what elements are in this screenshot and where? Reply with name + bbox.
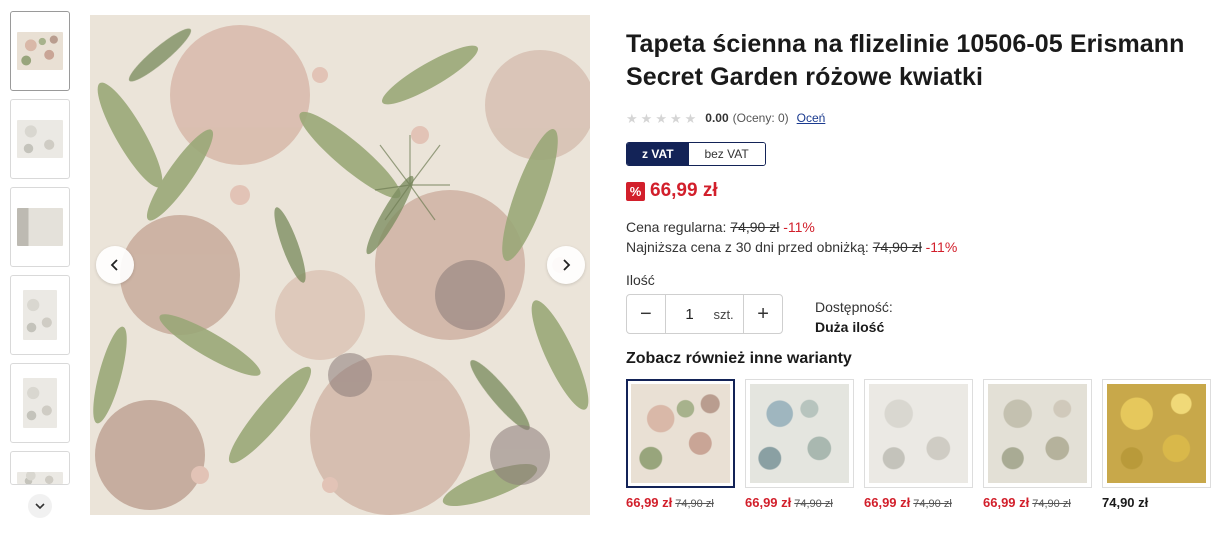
price-row: % 66,99 zł (626, 180, 1206, 202)
availability-label: Dostępność: (815, 299, 893, 315)
lowest-price-discount: -11% (925, 239, 958, 255)
rating-stars[interactable]: ★ ★ ★ ★ ★ (626, 112, 696, 125)
quantity-row: − 1 szt. + Dostępność: Duża ilość (626, 294, 1206, 337)
rating-row: ★ ★ ★ ★ ★ 0.00 (Oceny: 0) Oceń (626, 111, 1206, 125)
variant-image (988, 384, 1087, 483)
lowest-price-old: 74,90 zł (872, 239, 922, 255)
variant-price: 66,99 zł 74,90 zł (983, 495, 1092, 510)
percent-icon: % (626, 181, 645, 201)
variant-card[interactable]: 66,99 zł 74,90 zł (745, 379, 854, 510)
vat-toggle: z VAT bez VAT (626, 142, 766, 166)
rating-score: 0.00 (705, 111, 729, 125)
thumbnails-scroll-down-button[interactable] (28, 494, 52, 518)
variant-price-current: 66,99 zł (745, 495, 792, 510)
variant-price: 66,99 zł 74,90 zł (745, 495, 854, 510)
variant-card[interactable]: 66,99 zł 74,90 zł (864, 379, 973, 510)
variant-image (1107, 384, 1206, 483)
gallery-next-button[interactable] (547, 246, 585, 284)
thumbnail-2[interactable] (10, 99, 70, 179)
lowest-price-line: Najniższa cena z 30 dni przed obniżką: 7… (626, 237, 1206, 257)
current-price: 66,99 zł (650, 180, 718, 201)
variant-image-frame (864, 379, 973, 488)
variant-price-current: 74,90 zł (1102, 495, 1149, 510)
variant-price: 74,90 zł (1102, 495, 1211, 510)
chevron-right-icon (563, 259, 571, 271)
price-history: Cena regularna: 74,90 zł -11% Najniższa … (626, 217, 1206, 257)
availability-value: Duża ilość (815, 319, 885, 335)
thumbnail-list (10, 11, 70, 493)
quantity-stepper: − 1 szt. + (626, 294, 783, 334)
lowest-price-label: Najniższa cena z 30 dni przed obniżką: (626, 239, 869, 255)
thumbnail-4[interactable] (10, 275, 70, 355)
variant-image (869, 384, 968, 483)
thumbnail-5[interactable] (10, 363, 70, 443)
product-info: Tapeta ścienna na flizelinie 10506-05 Er… (626, 28, 1211, 510)
regular-price-discount: -11% (783, 219, 815, 235)
availability: Dostępność: Duża ilość (815, 297, 893, 337)
variant-price-old: 74,90 zł (675, 498, 714, 510)
product-title: Tapeta ścienna na flizelinie 10506-05 Er… (626, 30, 1185, 91)
thumbnail-image (17, 208, 63, 246)
quantity-label: Ilość (626, 272, 655, 288)
thumbnail-3[interactable] (10, 187, 70, 267)
variant-price-old: 74,90 zł (794, 498, 833, 510)
star-icon: ★ (626, 110, 638, 126)
regular-price-label: Cena regularna: (626, 219, 727, 235)
variant-image-frame (626, 379, 735, 488)
chevron-left-icon (110, 259, 118, 271)
variant-image-frame (1102, 379, 1211, 488)
floral-wallpaper-pattern (90, 15, 590, 515)
star-icon: ★ (640, 110, 653, 126)
quantity-decrease-button[interactable]: − (627, 295, 665, 333)
thumbnail-image (17, 32, 63, 70)
thumbnail-image (17, 120, 63, 158)
variant-price-current: 66,99 zł (983, 495, 1030, 510)
variant-price: 66,99 zł 74,90 zł (626, 495, 735, 510)
variant-price: 66,99 zł 74,90 zł (864, 495, 973, 510)
thumbnail-1[interactable] (10, 11, 70, 91)
variant-image (631, 384, 730, 483)
thumbnail-image (17, 472, 63, 484)
regular-price-line: Cena regularna: 74,90 zł -11% (626, 217, 1206, 237)
star-icon: ★ (684, 110, 697, 126)
quantity-input[interactable]: 1 (666, 306, 714, 323)
star-icon: ★ (669, 110, 682, 126)
variant-card[interactable]: 74,90 zł (1102, 379, 1211, 510)
variant-image-frame (983, 379, 1092, 488)
variant-card[interactable]: 66,99 zł 74,90 zł (983, 379, 1092, 510)
variants-list: 66,99 zł 74,90 zł 66,99 zł 74,90 zł 66,99 … (626, 379, 1211, 510)
quantity-unit: szt. (713, 306, 734, 322)
gallery-prev-button[interactable] (96, 246, 134, 284)
variant-price-old: 74,90 zł (1032, 498, 1071, 510)
variant-card[interactable]: 66,99 zł 74,90 zł (626, 379, 735, 510)
thumbnail-6[interactable] (10, 451, 70, 485)
variant-price-current: 66,99 zł (626, 495, 673, 510)
chevron-down-icon (35, 503, 45, 510)
variant-image (750, 384, 849, 483)
rate-product-link[interactable]: Oceń (797, 111, 826, 125)
thumbnail-image (23, 378, 57, 428)
main-product-image[interactable] (90, 15, 590, 515)
regular-price-old: 74,90 zł (730, 219, 780, 235)
star-icon: ★ (655, 110, 667, 126)
rating-count: (Oceny: 0) (732, 111, 789, 125)
quantity-increase-button[interactable]: + (744, 295, 782, 333)
vat-with-button[interactable]: z VAT (627, 143, 689, 165)
variant-price-old: 74,90 zł (913, 498, 952, 510)
variant-price-current: 66,99 zł (864, 495, 911, 510)
variant-image-frame (745, 379, 854, 488)
variants-title: Zobacz również inne warianty (626, 350, 852, 367)
vat-without-button[interactable]: bez VAT (688, 143, 765, 165)
thumbnail-image (23, 290, 57, 340)
